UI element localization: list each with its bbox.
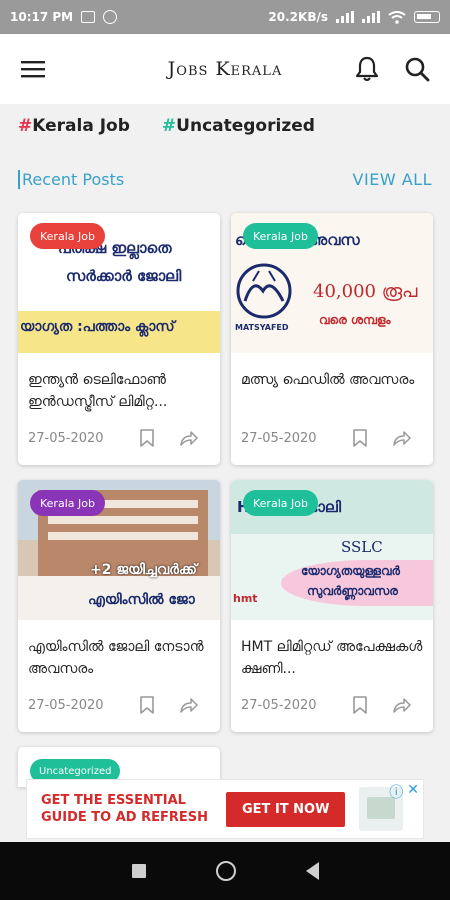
ad-cta-button[interactable]: GET IT NOW bbox=[226, 791, 346, 827]
status-bar: 10:17 PM 20.2KB/s bbox=[0, 0, 450, 34]
ad-info-icon[interactable]: ⓘ bbox=[389, 782, 403, 802]
app-bar: Jobs Kerala bbox=[0, 34, 450, 104]
bookmark-icon[interactable] bbox=[353, 696, 367, 714]
post-card[interactable]: HMTൽ ജോലി SSLC യോഗ്യതയുള്ളവർ സുവർണ്ണാവസര… bbox=[231, 480, 433, 732]
post-title[interactable]: HMT ലിമിറ്റഡ് അപേക്ഷകൾ ക്ഷണി... bbox=[241, 636, 423, 680]
bell-icon[interactable] bbox=[352, 54, 382, 84]
hamburger-menu-icon[interactable] bbox=[18, 54, 48, 84]
battery-icon bbox=[414, 11, 440, 23]
post-card[interactable]: +2 ജയിച്ചവർക്ക് എയിംസിൽ ജോ Kerala Job എയ… bbox=[18, 480, 220, 732]
share-icon[interactable] bbox=[393, 697, 411, 713]
bookmark-icon[interactable] bbox=[140, 429, 154, 447]
status-time: 10:17 PM bbox=[10, 10, 74, 24]
share-icon[interactable] bbox=[180, 697, 198, 713]
notification-icon bbox=[81, 11, 96, 23]
category-badge[interactable]: Kerala Job bbox=[30, 223, 105, 249]
bookmark-icon[interactable] bbox=[140, 696, 154, 714]
post-thumbnail: HMTൽ ജോലി SSLC യോഗ്യതയുള്ളവർ സുവർണ്ണാവസര… bbox=[231, 480, 433, 620]
post-thumbnail: പരീക്ഷ ഇല്ലാതെ സർക്കാർ ജോലി യാഗ്യത :പത്ത… bbox=[18, 213, 220, 353]
matsyafed-logo bbox=[236, 263, 292, 319]
ad-close-icon[interactable]: ✕ bbox=[407, 782, 419, 802]
post-date: 27-05-2020 bbox=[28, 698, 104, 713]
category-badge[interactable]: Kerala Job bbox=[30, 490, 105, 516]
bookmark-icon[interactable] bbox=[353, 429, 367, 447]
post-title[interactable]: ഇന്ത്യൻ ടെലിഫോൺ ഇൻഡസ്ട്രീസ് ലിമിറ്റ... bbox=[28, 369, 210, 413]
share-icon[interactable] bbox=[180, 430, 198, 446]
tag-list: #Kerala Job #Uncategorized bbox=[18, 116, 315, 136]
post-title[interactable]: മത്സ്യ ഫെഡിൽ അവസരം bbox=[241, 369, 423, 391]
signal-icon bbox=[336, 11, 354, 23]
category-badge[interactable]: Kerala Job bbox=[243, 490, 318, 516]
tag-uncategorized[interactable]: #Uncategorized bbox=[162, 116, 315, 136]
post-date: 27-05-2020 bbox=[28, 431, 104, 446]
section-title: Recent Posts bbox=[18, 170, 124, 189]
post-thumbnail: +2 ജയിച്ചവർക്ക് എയിംസിൽ ജോ Kerala Job bbox=[18, 480, 220, 620]
recents-icon[interactable] bbox=[131, 864, 146, 878]
category-badge[interactable]: Kerala Job bbox=[243, 223, 318, 249]
network-speed: 20.2KB/s bbox=[268, 10, 328, 24]
tag-kerala-job[interactable]: #Kerala Job bbox=[18, 116, 130, 136]
post-date: 27-05-2020 bbox=[241, 698, 317, 713]
recent-posts-header: Recent Posts VIEW ALL bbox=[18, 170, 432, 189]
signal-icon-2 bbox=[362, 11, 380, 23]
share-icon[interactable] bbox=[393, 430, 411, 446]
home-icon[interactable] bbox=[215, 861, 236, 881]
ad-text[interactable]: GET THE ESSENTIAL GUIDE TO AD REFRESH bbox=[41, 792, 216, 826]
post-card[interactable]: പരീക്ഷ ഇല്ലാതെ സർക്കാർ ജോലി യാഗ്യത :പത്ത… bbox=[18, 213, 220, 465]
post-date: 27-05-2020 bbox=[241, 431, 317, 446]
post-thumbnail: ഫെഡിൽ അവസ MATSYAFED 40,000 രൂപ വരെ ശമ്പള… bbox=[231, 213, 433, 353]
search-icon[interactable] bbox=[402, 54, 432, 84]
post-title[interactable]: എയിംസിൽ ജോലി നേടാൻ അവസരം bbox=[28, 636, 210, 680]
back-icon[interactable] bbox=[305, 862, 319, 880]
view-all-link[interactable]: VIEW ALL bbox=[353, 170, 432, 189]
post-card[interactable]: ഫെഡിൽ അവസ MATSYAFED 40,000 രൂപ വരെ ശമ്പള… bbox=[231, 213, 433, 465]
wifi-icon bbox=[388, 10, 406, 24]
ad-banner[interactable]: GET THE ESSENTIAL GUIDE TO AD REFRESH GE… bbox=[26, 779, 424, 839]
sync-icon bbox=[103, 10, 118, 24]
system-nav-bar bbox=[0, 842, 450, 900]
